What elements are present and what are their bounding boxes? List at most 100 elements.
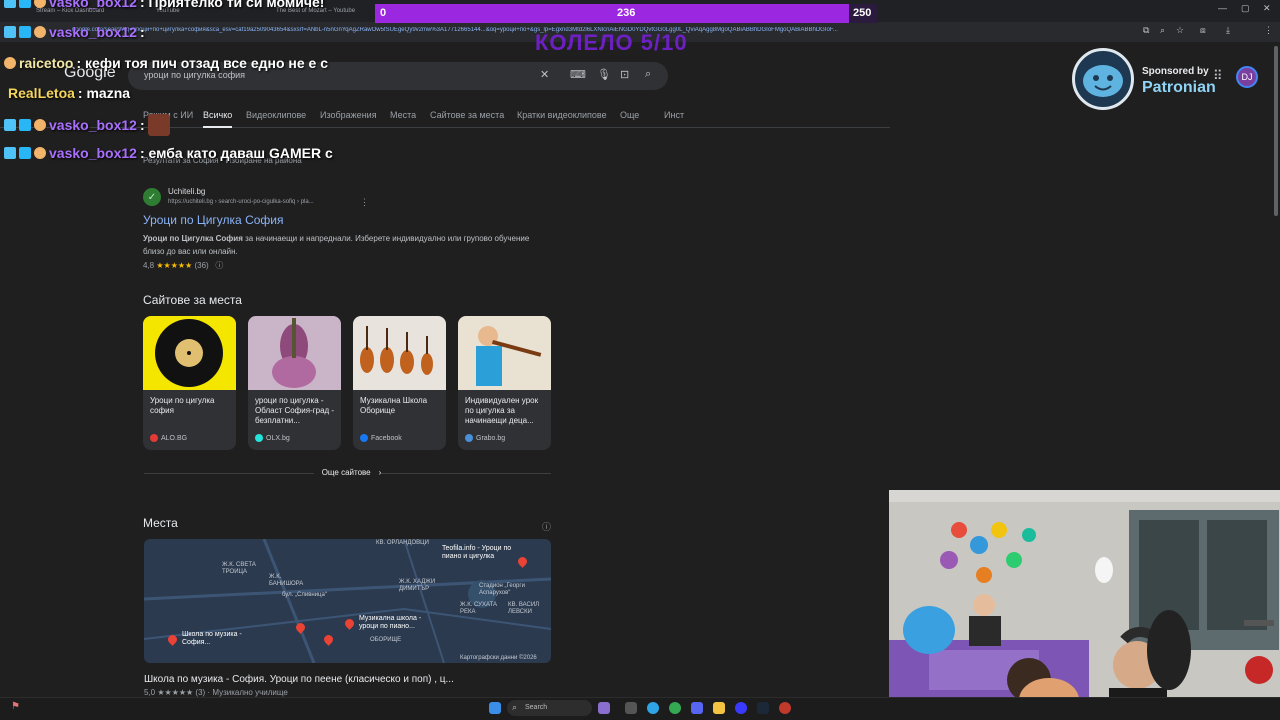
badge-icon: [4, 147, 16, 159]
progress-value-label: 236: [617, 7, 636, 19]
patronian-logo: [1072, 48, 1134, 110]
badge-icon: [34, 119, 46, 131]
scrollbar[interactable]: [1274, 46, 1278, 216]
downloads-icon[interactable]: ⤓: [1226, 25, 1230, 36]
sponsored-by-label: Sponsored by: [1142, 66, 1209, 77]
edge-icon[interactable]: [647, 702, 659, 714]
sponsor-name: Patronian: [1142, 79, 1216, 96]
task-view-icon[interactable]: [625, 702, 637, 714]
badge-icon: [4, 0, 16, 8]
map-place-label[interactable]: Teofila.info - Уроци по пиано и цигулка: [442, 545, 522, 561]
place-result-title[interactable]: Школа по музика - София. Уроци по пеене …: [144, 674, 454, 685]
tab-tools[interactable]: Инст: [664, 110, 684, 120]
map-label: Стадион „Георги Аспарухов“: [479, 583, 525, 596]
chat-message: RealLetoa: mazna: [8, 85, 130, 101]
more-options-icon[interactable]: ⋮: [360, 197, 369, 208]
chat-text: : Приятелко ти си момиче!: [139, 0, 325, 10]
map-place-label[interactable]: Школа по музика - София...: [182, 631, 252, 647]
webcam-scene: [889, 490, 1280, 720]
minimize-icon[interactable]: —: [1218, 3, 1227, 13]
card-title: Индивидуален урок по цигулка за начинаещ…: [465, 396, 539, 425]
map-label: ОБОРИЩЕ: [370, 637, 402, 643]
tab-short-videos[interactable]: Кратки видеоклипове: [517, 110, 607, 120]
goal-progress-fill: [375, 4, 849, 23]
card-source: Facebook: [360, 434, 402, 442]
map-attribution: Картографски данни ©2026: [460, 655, 537, 661]
site-name[interactable]: Uchiteli.bg: [168, 187, 205, 196]
result-snippet: Уроци по Цигулка София за начинаещи и на…: [143, 232, 543, 258]
tab-videos[interactable]: Видеоклипове: [246, 110, 306, 120]
tab-more[interactable]: Още: [620, 110, 639, 120]
map-label: Ж.К. СУХАТА РЕКА: [460, 602, 497, 615]
vinyl-record-image: [143, 316, 236, 390]
chat-message: vasko_box12: емба като даваш GAMER с: [4, 145, 333, 161]
card-source: Grabo.bg: [465, 434, 505, 442]
search-input[interactable]: уроци по цигулка софия: [144, 70, 245, 80]
place-site-card[interactable]: Музикална Школа Оборище Facebook: [353, 316, 446, 450]
place-site-card[interactable]: Уроци по цигулка софия ALO.BG: [143, 316, 236, 450]
badge-icon: [4, 119, 16, 131]
clear-icon[interactable]: ✕: [540, 68, 549, 81]
taskbar-search[interactable]: Search: [507, 700, 592, 716]
obs-icon[interactable]: [779, 702, 791, 714]
child-violin-image: [458, 316, 551, 390]
site-url[interactable]: https://uchiteli.bg › search-uroci-po-ci…: [168, 199, 314, 205]
badge-icon: [4, 26, 16, 38]
card-title: Уроци по цигулка софия: [150, 396, 215, 415]
goal-progress-bar: 0 236 250: [375, 4, 877, 23]
windows-taskbar: [0, 697, 1280, 720]
map-place-label[interactable]: Музикална школа - уроци по пиано...: [359, 615, 439, 631]
start-icon[interactable]: [489, 702, 501, 714]
emote-icon: [147, 114, 170, 136]
source-name: OLX.bg: [266, 434, 290, 442]
progress-goal-label: 250: [853, 7, 872, 19]
lens-icon[interactable]: ⊡: [620, 68, 629, 81]
info-icon[interactable]: ⓘ: [542, 520, 551, 533]
result-title-link[interactable]: Уроци по Цигулка София: [143, 213, 283, 227]
chat-text: : кефи тоя пич отзад все едно не е с: [76, 55, 329, 71]
badge-icon: [4, 57, 16, 69]
file-explorer-icon[interactable]: [713, 702, 725, 714]
info-icon[interactable]: ⓘ: [211, 261, 223, 270]
snippet-bold: Уроци по Цигулка София: [143, 234, 243, 243]
app-icon[interactable]: [735, 702, 747, 714]
tab-places[interactable]: Места: [390, 110, 416, 120]
chat-message: vasko_box12:: [4, 114, 170, 136]
map-label: бул. „Сливница“: [282, 592, 327, 598]
search-icon[interactable]: ⌕: [645, 68, 651, 81]
place-site-card[interactable]: уроци по цигулка - Област София-град - б…: [248, 316, 341, 450]
source-icon: [150, 434, 158, 442]
avatar[interactable]: DJ: [1236, 66, 1258, 88]
keyboard-icon[interactable]: ⌨: [570, 68, 586, 81]
extensions-icon[interactable]: ⧈: [1200, 25, 1206, 36]
badge-icon: [19, 0, 31, 8]
maximize-icon[interactable]: ▢: [1241, 3, 1250, 14]
flag-icon[interactable]: [598, 702, 610, 714]
chat-text: :: [139, 24, 145, 40]
discord-icon[interactable]: [691, 702, 703, 714]
zoom-icon[interactable]: ⌕: [1160, 25, 1165, 36]
badge-icon: [19, 26, 31, 38]
more-sites-button[interactable]: Още сайтове ›: [144, 464, 551, 482]
progress-start-label: 0: [380, 7, 387, 19]
bookmark-star-icon[interactable]: ☆: [1176, 25, 1184, 36]
source-name: Grabo.bg: [476, 434, 506, 442]
tab-images[interactable]: Изображения: [320, 110, 377, 120]
place-site-card[interactable]: Индивидуален урок по цигулка за начинаещ…: [458, 316, 551, 450]
source-name: ALO.BG: [161, 434, 188, 442]
map-label: Ж.К. СВЕТА ТРОИЦА: [222, 562, 256, 575]
menu-icon[interactable]: ⋮: [1264, 25, 1273, 36]
map-label: КВ. ВАСИЛ ЛЕВСКИ: [508, 602, 540, 615]
tab-all[interactable]: Всичко: [203, 110, 233, 128]
steam-icon[interactable]: [757, 702, 769, 714]
chat-text: : mazna: [77, 85, 131, 101]
places-map[interactable]: КВ. ОРЛАНДОВЦИ Ж.К. СВЕТА ТРОИЦА Ж.К. БА…: [144, 539, 551, 663]
tab-place-sites[interactable]: Сайтове за места: [430, 110, 504, 120]
microphone-icon[interactable]: 🎙: [597, 68, 611, 81]
translate-icon[interactable]: ⧉: [1143, 25, 1149, 36]
widget-icon[interactable]: ⚑: [11, 701, 20, 712]
close-icon[interactable]: ✕: [1263, 3, 1271, 14]
chat-username: vasko_box12: [49, 117, 137, 133]
source-icon: [465, 434, 473, 442]
chrome-icon[interactable]: [669, 702, 681, 714]
